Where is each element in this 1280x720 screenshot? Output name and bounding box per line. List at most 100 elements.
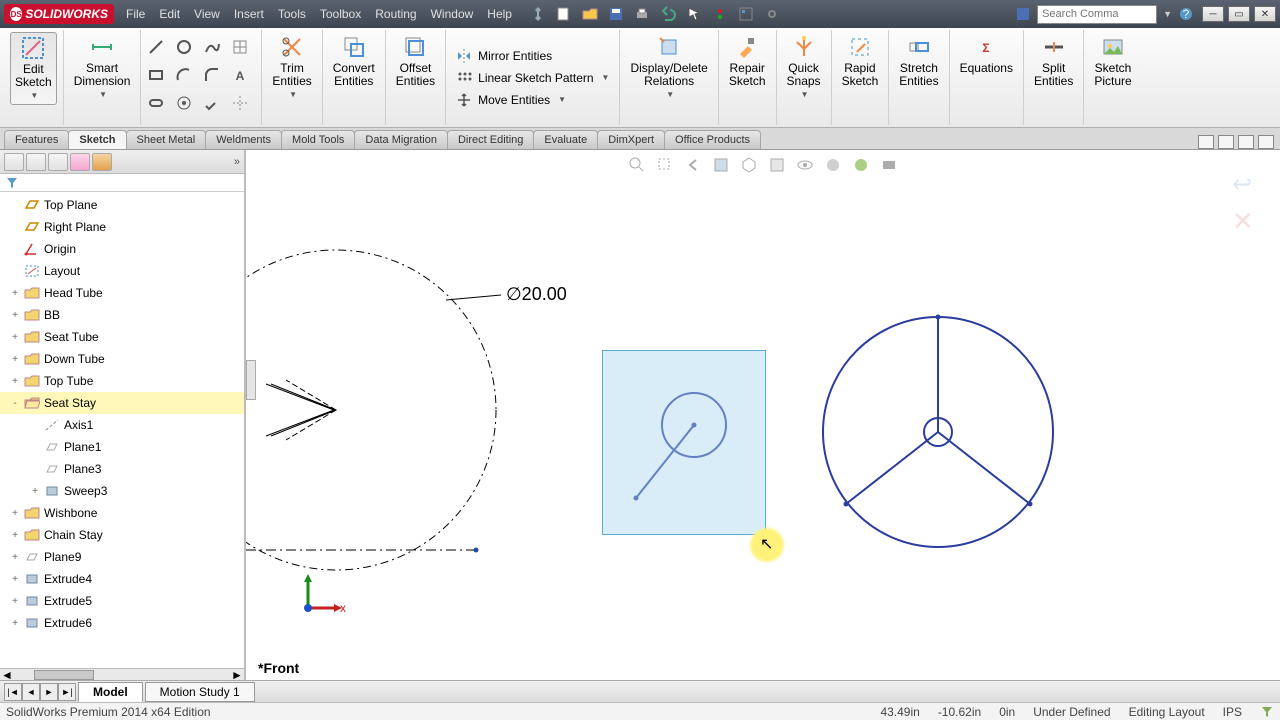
status-units[interactable]: IPS — [1223, 705, 1242, 719]
tab-model[interactable]: Model — [78, 682, 143, 702]
menu-routing[interactable]: Routing — [375, 7, 416, 21]
configuration-manager-tab-icon[interactable] — [48, 153, 68, 171]
expand-icon[interactable]: + — [10, 552, 20, 563]
menu-toolbox[interactable]: Toolbox — [320, 7, 361, 21]
doc-minimize-icon[interactable] — [1238, 135, 1254, 149]
centerline-tool-icon[interactable] — [231, 94, 249, 112]
close-button[interactable]: ✕ — [1254, 6, 1276, 22]
feature-manager-tab-icon[interactable] — [4, 153, 24, 171]
equations-button[interactable]: Σ Equations — [956, 32, 1017, 77]
mirror-entities-button[interactable]: Mirror Entities — [452, 45, 556, 67]
move-entities-button[interactable]: Move Entities▼ — [452, 89, 570, 111]
circle-tool-icon[interactable] — [175, 38, 193, 56]
tree-node-chain-stay[interactable]: +Chain Stay — [0, 524, 244, 546]
open-icon[interactable] — [582, 6, 598, 22]
trim-entities-button[interactable]: Trim Entities ▼ — [268, 32, 315, 103]
menu-file[interactable]: File — [126, 7, 145, 21]
expand-icon[interactable]: + — [10, 574, 20, 585]
dimension-label[interactable]: ∅20.00 — [506, 284, 567, 305]
arc-tool-icon[interactable] — [175, 66, 193, 84]
tab-motion-study[interactable]: Motion Study 1 — [145, 682, 255, 702]
tab-office-products[interactable]: Office Products — [664, 130, 761, 149]
polygon-tool-icon[interactable] — [203, 94, 221, 112]
doc-maximize-icon[interactable] — [1258, 135, 1274, 149]
dimxpert-manager-tab-icon[interactable] — [70, 153, 90, 171]
menu-view[interactable]: View — [194, 7, 220, 21]
tree-node-down-tube[interactable]: +Down Tube — [0, 348, 244, 370]
linear-pattern-button[interactable]: Linear Sketch Pattern▼ — [452, 67, 613, 89]
expand-icon[interactable]: + — [10, 288, 20, 299]
rapid-sketch-button[interactable]: Rapid Sketch — [838, 32, 883, 90]
confirm-cancel-icon[interactable]: ✕ — [1232, 206, 1260, 234]
trim-grid-icon[interactable] — [231, 38, 249, 56]
expand-icon[interactable]: + — [10, 332, 20, 343]
menu-window[interactable]: Window — [431, 7, 474, 21]
offset-entities-button[interactable]: Offset Entities — [392, 32, 439, 90]
search-target-icon[interactable] — [1015, 6, 1031, 22]
tab-prev-icon[interactable]: ◄ — [22, 683, 40, 701]
display-manager-tab-icon[interactable] — [92, 153, 112, 171]
options-icon[interactable] — [738, 6, 754, 22]
split-entities-button[interactable]: Split Entities — [1030, 32, 1077, 90]
stretch-entities-button[interactable]: Stretch Entities — [895, 32, 942, 90]
tree-scrollbar[interactable]: ◄► — [0, 668, 244, 680]
expand-icon[interactable]: + — [10, 376, 20, 387]
expand-icon[interactable]: - — [10, 398, 20, 409]
tree-node-axis1[interactable]: Axis1 — [0, 414, 244, 436]
tab-dimxpert[interactable]: DimXpert — [597, 130, 665, 149]
expand-icon[interactable]: + — [10, 310, 20, 321]
tree-node-right-plane[interactable]: Right Plane — [0, 216, 244, 238]
help-icon[interactable]: ? — [1178, 6, 1194, 22]
tree-node-plane1[interactable]: Plane1 — [0, 436, 244, 458]
viewport-split-icon[interactable] — [1218, 135, 1234, 149]
tab-last-icon[interactable]: ►| — [58, 683, 76, 701]
tab-first-icon[interactable]: |◄ — [4, 683, 22, 701]
tree-node-top-plane[interactable]: Top Plane — [0, 194, 244, 216]
tab-direct-editing[interactable]: Direct Editing — [447, 130, 534, 149]
tree-node-head-tube[interactable]: +Head Tube — [0, 282, 244, 304]
search-dropdown-icon[interactable]: ▼ — [1163, 9, 1172, 19]
select-icon[interactable] — [686, 6, 702, 22]
display-relations-button[interactable]: Display/Delete Relations ▼ — [626, 32, 711, 103]
expand-icon[interactable]: + — [10, 508, 20, 519]
tab-mold-tools[interactable]: Mold Tools — [281, 130, 355, 149]
filter-bar[interactable] — [0, 174, 244, 192]
tab-sketch[interactable]: Sketch — [68, 130, 126, 149]
expand-icon[interactable]: + — [10, 530, 20, 541]
tree-node-extrude5[interactable]: +Extrude5 — [0, 590, 244, 612]
smart-dimension-button[interactable]: Smart Dimension ▼ — [70, 32, 135, 103]
menu-edit[interactable]: Edit — [159, 7, 180, 21]
search-input[interactable] — [1037, 5, 1157, 24]
rebuild-icon[interactable] — [712, 6, 728, 22]
tree-node-top-tube[interactable]: +Top Tube — [0, 370, 244, 392]
pin-icon[interactable] — [530, 6, 546, 22]
text-tool-icon[interactable]: A — [231, 66, 249, 84]
status-filter-icon[interactable] — [1260, 705, 1274, 719]
menu-tools[interactable]: Tools — [278, 7, 306, 21]
edit-sketch-button[interactable]: Edit Sketch ▼ — [10, 32, 57, 105]
spline-tool-icon[interactable] — [203, 38, 221, 56]
rectangle-tool-icon[interactable] — [147, 66, 165, 84]
expand-icon[interactable]: + — [10, 354, 20, 365]
tab-weldments[interactable]: Weldments — [205, 130, 282, 149]
print-icon[interactable] — [634, 6, 650, 22]
convert-entities-button[interactable]: Convert Entities — [329, 32, 379, 90]
tree-node-wishbone[interactable]: +Wishbone — [0, 502, 244, 524]
tree-node-extrude6[interactable]: +Extrude6 — [0, 612, 244, 634]
menu-help[interactable]: Help — [487, 7, 512, 21]
tree-node-seat-stay[interactable]: -Seat Stay — [0, 392, 244, 414]
tree-node-origin[interactable]: Origin — [0, 238, 244, 260]
property-manager-tab-icon[interactable] — [26, 153, 46, 171]
feature-tree[interactable]: Top PlaneRight PlaneOriginLayout+Head Tu… — [0, 192, 244, 668]
tree-node-seat-tube[interactable]: +Seat Tube — [0, 326, 244, 348]
new-icon[interactable] — [556, 6, 572, 22]
expand-icon[interactable]: + — [10, 618, 20, 629]
slot-tool-icon[interactable] — [147, 94, 165, 112]
expand-icon[interactable]: + — [30, 486, 40, 497]
tab-data-migration[interactable]: Data Migration — [354, 130, 448, 149]
quick-snaps-button[interactable]: Quick Snaps ▼ — [783, 32, 825, 103]
graphics-canvas[interactable]: ∅20.00 ↖ x ↩ ✕ *Front — [246, 150, 1280, 680]
repair-sketch-button[interactable]: Repair Sketch — [725, 32, 770, 90]
fillet-tool-icon[interactable] — [203, 66, 221, 84]
save-icon[interactable] — [608, 6, 624, 22]
